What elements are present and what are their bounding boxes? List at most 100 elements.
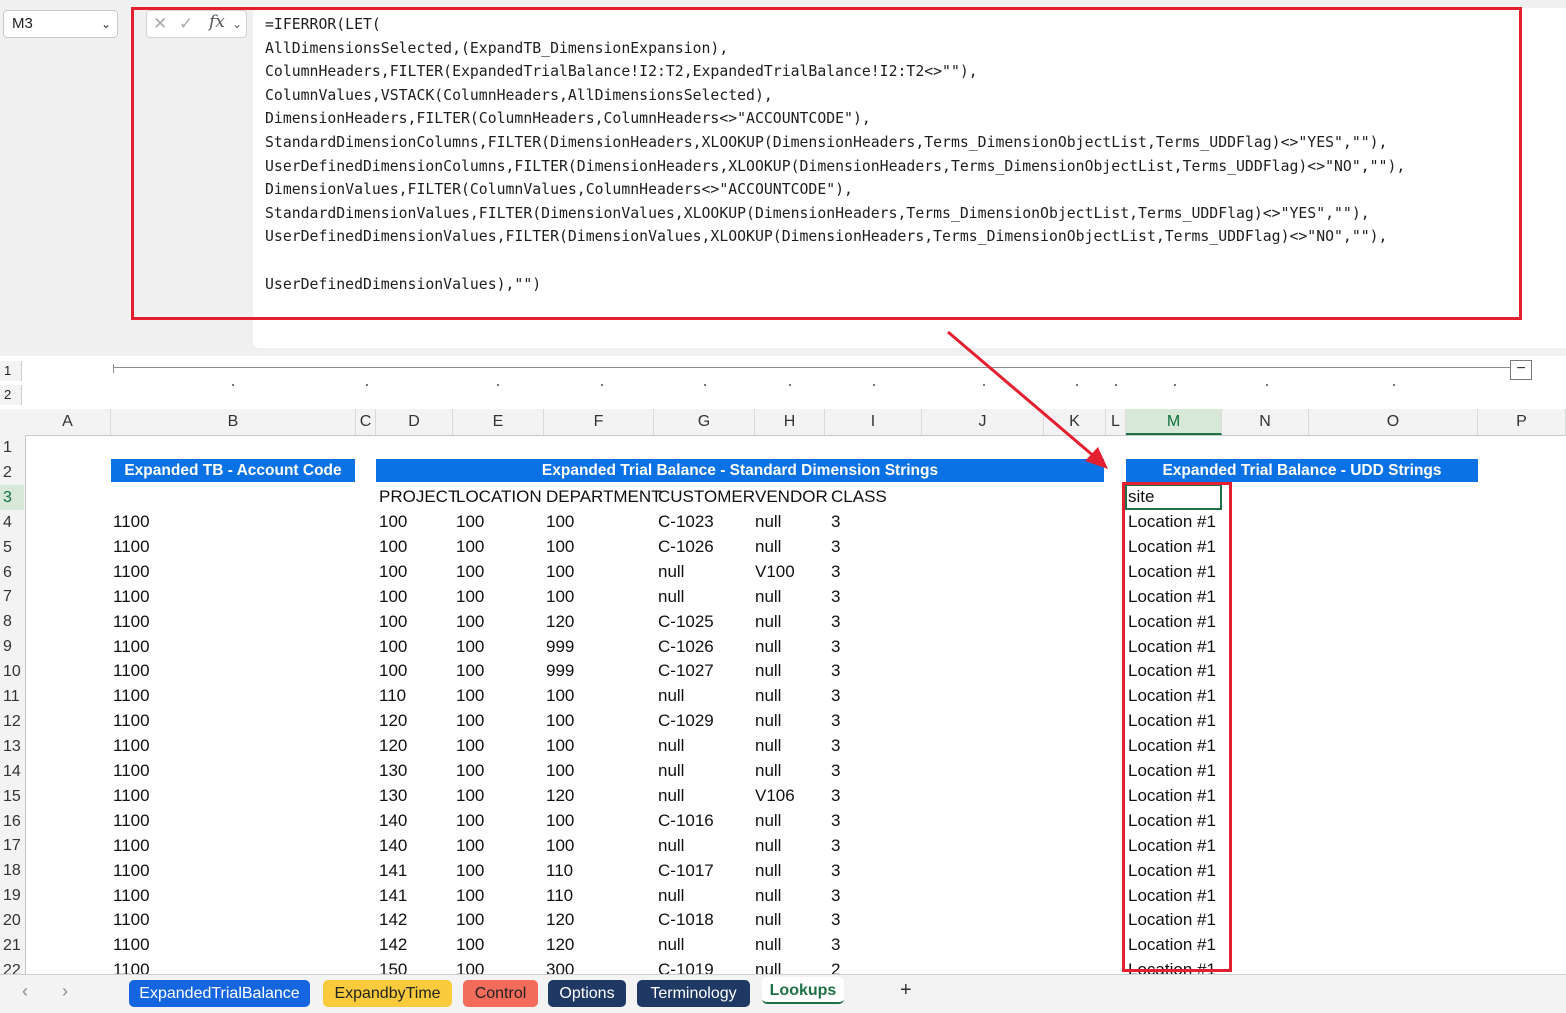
customer-cell[interactable]: C-1017 [658, 858, 714, 883]
row-header-19[interactable]: 19 [0, 883, 24, 909]
project-cell[interactable]: 120 [379, 708, 407, 733]
outline-level-2-button[interactable]: 2 [0, 385, 22, 405]
row-header-8[interactable]: 8 [0, 609, 24, 635]
vendor-cell[interactable]: null [755, 733, 781, 758]
vendor-cell[interactable]: null [755, 883, 781, 908]
project-cell[interactable]: 120 [379, 733, 407, 758]
vendor-cell[interactable]: null [755, 609, 781, 634]
account-code-cell[interactable]: 1100 [113, 609, 150, 634]
project-cell[interactable]: 100 [379, 559, 407, 584]
class-cell[interactable]: 3 [831, 534, 840, 559]
account-code-cell[interactable]: 1100 [113, 733, 150, 758]
chevron-down-icon[interactable]: ⌄ [101, 11, 111, 37]
class-cell[interactable]: 3 [831, 708, 840, 733]
customer-cell[interactable]: C-1025 [658, 609, 714, 634]
customer-cell[interactable]: null [658, 833, 684, 858]
vendor-cell[interactable]: null [755, 683, 781, 708]
vendor-cell[interactable]: V106 [755, 783, 795, 808]
vendor-cell[interactable]: null [755, 634, 781, 659]
class-cell[interactable]: 3 [831, 808, 840, 833]
project-cell[interactable]: 141 [379, 858, 407, 883]
header-department[interactable]: DEPARTMENT [546, 484, 662, 509]
department-cell[interactable]: 100 [546, 683, 574, 708]
location-cell[interactable]: 100 [456, 883, 484, 908]
row-header-11[interactable]: 11 [0, 684, 24, 709]
account-code-cell[interactable]: 1100 [113, 708, 150, 733]
vendor-cell[interactable]: null [755, 808, 781, 833]
location-cell[interactable]: 100 [456, 708, 484, 733]
class-cell[interactable]: 3 [831, 783, 840, 808]
row-header-15[interactable]: 15 [0, 783, 24, 809]
department-cell[interactable]: 100 [546, 509, 574, 534]
row-header-18[interactable]: 18 [0, 858, 24, 884]
sheet-tab-expandbytime[interactable]: ExpandbyTime [323, 980, 452, 1007]
customer-cell[interactable]: null [658, 683, 684, 708]
project-cell[interactable]: 100 [379, 584, 407, 609]
project-cell[interactable]: 100 [379, 658, 407, 683]
department-cell[interactable]: 100 [546, 534, 574, 559]
header-location[interactable]: LOCATION [456, 484, 542, 509]
vendor-cell[interactable]: null [755, 907, 781, 932]
customer-cell[interactable]: C-1026 [658, 534, 714, 559]
class-cell[interactable]: 3 [831, 509, 840, 534]
account-code-cell[interactable]: 1100 [113, 509, 150, 534]
project-cell[interactable]: 100 [379, 534, 407, 559]
department-cell[interactable]: 100 [546, 559, 574, 584]
column-header-d[interactable]: D [376, 409, 453, 435]
row-header-21[interactable]: 21 [0, 933, 24, 958]
department-cell[interactable]: 120 [546, 932, 574, 957]
class-cell[interactable]: 3 [831, 683, 840, 708]
row-header-6[interactable]: 6 [0, 559, 24, 585]
class-cell[interactable]: 3 [831, 907, 840, 932]
location-cell[interactable]: 100 [456, 509, 484, 534]
column-header-e[interactable]: E [453, 409, 544, 435]
class-cell[interactable]: 3 [831, 733, 840, 758]
column-header-g[interactable]: G [654, 409, 755, 435]
standard-dimension-banner[interactable]: Expanded Trial Balance - Standard Dimens… [376, 459, 1104, 482]
department-cell[interactable]: 100 [546, 733, 574, 758]
column-header-l[interactable]: L [1106, 409, 1126, 435]
class-cell[interactable]: 3 [831, 584, 840, 609]
udd-strings-banner[interactable]: Expanded Trial Balance - UDD Strings [1126, 459, 1478, 482]
department-cell[interactable]: 100 [546, 584, 574, 609]
account-code-cell[interactable]: 1100 [113, 858, 150, 883]
department-cell[interactable]: 100 [546, 808, 574, 833]
customer-cell[interactable]: C-1018 [658, 907, 714, 932]
class-cell[interactable]: 3 [831, 858, 840, 883]
row-header-7[interactable]: 7 [0, 584, 24, 610]
sheet-tab-options[interactable]: Options [548, 980, 626, 1007]
project-cell[interactable]: 130 [379, 783, 407, 808]
customer-cell[interactable]: null [658, 783, 684, 808]
header-project[interactable]: PROJECT [379, 484, 458, 509]
row-header-14[interactable]: 14 [0, 758, 24, 784]
row-header-12[interactable]: 12 [0, 708, 24, 734]
account-code-cell[interactable]: 1100 [113, 634, 150, 659]
customer-cell[interactable]: C-1026 [658, 634, 714, 659]
project-cell[interactable]: 100 [379, 634, 407, 659]
account-code-cell[interactable]: 1100 [113, 683, 150, 708]
location-cell[interactable]: 100 [456, 534, 484, 559]
location-cell[interactable]: 100 [456, 932, 484, 957]
account-code-cell[interactable]: 1100 [113, 559, 150, 584]
department-cell[interactable]: 100 [546, 833, 574, 858]
row-header-1[interactable]: 1 [0, 435, 24, 460]
class-cell[interactable]: 3 [831, 833, 840, 858]
department-cell[interactable]: 110 [546, 858, 573, 883]
customer-cell[interactable]: null [658, 758, 684, 783]
column-header-j[interactable]: J [922, 409, 1044, 435]
vendor-cell[interactable]: null [755, 708, 781, 733]
account-code-cell[interactable]: 1100 [113, 833, 150, 858]
project-cell[interactable]: 140 [379, 808, 407, 833]
column-header-b[interactable]: B [111, 409, 356, 435]
column-header-k[interactable]: K [1044, 409, 1106, 435]
location-cell[interactable]: 100 [456, 584, 484, 609]
column-header-i[interactable]: I [825, 409, 922, 435]
row-header-5[interactable]: 5 [0, 534, 24, 560]
location-cell[interactable]: 100 [456, 758, 484, 783]
project-cell[interactable]: 130 [379, 758, 407, 783]
customer-cell[interactable]: C-1023 [658, 509, 714, 534]
project-cell[interactable]: 100 [379, 509, 407, 534]
row-header-13[interactable]: 13 [0, 733, 24, 759]
account-code-cell[interactable]: 1100 [113, 534, 150, 559]
customer-cell[interactable]: null [658, 559, 684, 584]
